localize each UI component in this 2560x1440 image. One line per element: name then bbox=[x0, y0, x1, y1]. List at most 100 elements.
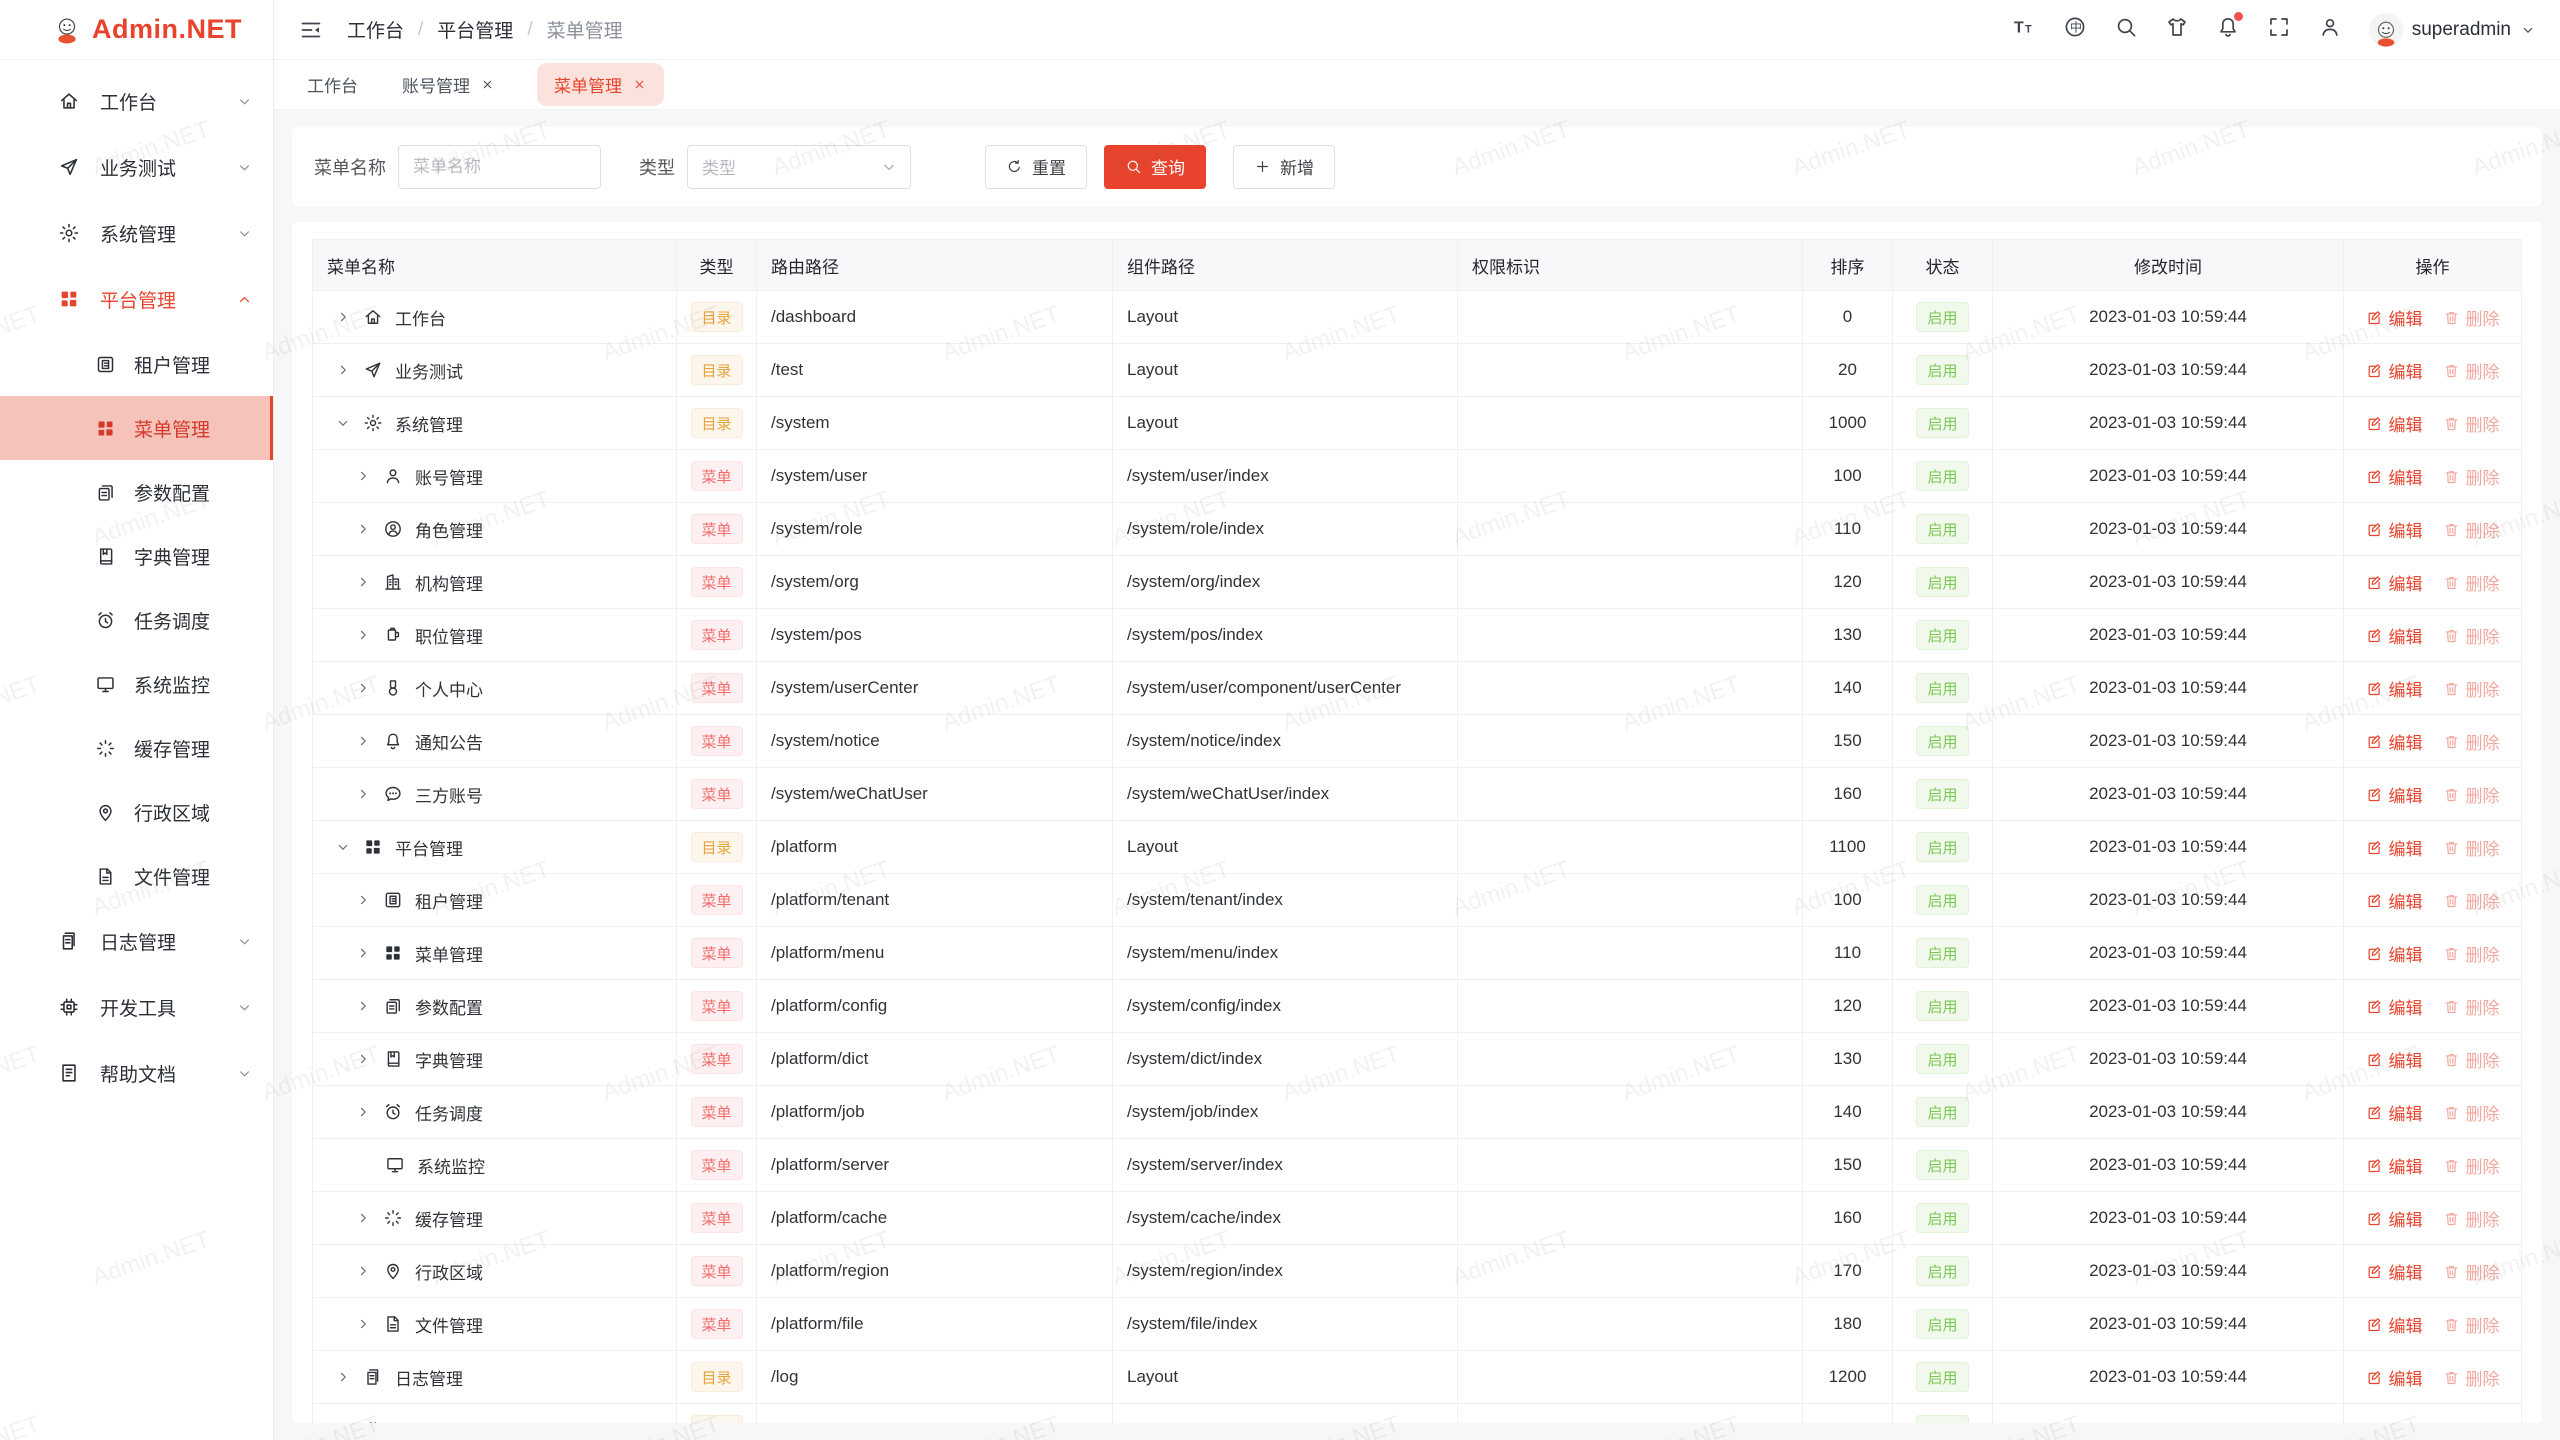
delete-button[interactable]: 删除 bbox=[2443, 782, 2500, 807]
edit-button[interactable]: 编辑 bbox=[2366, 994, 2423, 1019]
delete-button[interactable]: 删除 bbox=[2443, 464, 2500, 489]
edit-button[interactable]: 编辑 bbox=[2366, 676, 2423, 701]
row-expand-icon[interactable] bbox=[335, 839, 351, 855]
row-expand-icon[interactable] bbox=[355, 892, 371, 908]
sidebar-subitem-行政区域[interactable]: 行政区域 bbox=[0, 780, 273, 844]
sidebar-subitem-任务调度[interactable]: 任务调度 bbox=[0, 588, 273, 652]
edit-button[interactable]: 编辑 bbox=[2366, 623, 2423, 648]
delete-button[interactable]: 删除 bbox=[2443, 1100, 2500, 1125]
delete-button[interactable]: 删除 bbox=[2443, 517, 2500, 542]
sidebar-item-工作台[interactable]: 工作台 bbox=[0, 68, 273, 134]
edit-button[interactable]: 编辑 bbox=[2366, 941, 2423, 966]
delete-button[interactable]: 删除 bbox=[2443, 835, 2500, 860]
row-expand-icon[interactable] bbox=[355, 945, 371, 961]
delete-button[interactable]: 删除 bbox=[2443, 358, 2500, 383]
topbar-notification-bell[interactable] bbox=[2216, 15, 2240, 44]
delete-button[interactable]: 删除 bbox=[2443, 1206, 2500, 1231]
edit-button[interactable]: 编辑 bbox=[2366, 464, 2423, 489]
delete-button[interactable]: 删除 bbox=[2443, 888, 2500, 913]
delete-button[interactable]: 删除 bbox=[2443, 570, 2500, 595]
row-expand-icon[interactable] bbox=[355, 1104, 371, 1120]
row-expand-icon[interactable] bbox=[355, 468, 371, 484]
user-menu[interactable]: superadmin bbox=[2369, 13, 2536, 47]
row-expand-icon[interactable] bbox=[355, 1263, 371, 1279]
edit-button[interactable]: 编辑 bbox=[2366, 1047, 2423, 1072]
delete-button[interactable]: 删除 bbox=[2443, 1259, 2500, 1284]
sidebar-item-平台管理[interactable]: 平台管理 bbox=[0, 266, 273, 332]
row-expand-icon[interactable] bbox=[355, 1051, 371, 1067]
tab-close-icon[interactable] bbox=[632, 77, 647, 92]
row-expand-icon[interactable] bbox=[355, 1316, 371, 1332]
row-expand-icon[interactable] bbox=[335, 309, 351, 325]
topbar-text-size[interactable]: TT bbox=[2012, 15, 2036, 44]
row-expand-icon[interactable] bbox=[335, 362, 351, 378]
edit-button[interactable]: 编辑 bbox=[2366, 1206, 2423, 1231]
delete-button[interactable]: 删除 bbox=[2443, 729, 2500, 754]
add-button[interactable]: 新增 bbox=[1233, 145, 1335, 189]
delete-button[interactable]: 删除 bbox=[2443, 623, 2500, 648]
row-expand-icon[interactable] bbox=[355, 680, 371, 696]
tab-账号管理[interactable]: 账号管理 bbox=[400, 63, 497, 106]
delete-button[interactable]: 删除 bbox=[2443, 1418, 2500, 1424]
menu-name-input[interactable] bbox=[398, 145, 601, 189]
edit-button[interactable]: 编辑 bbox=[2366, 1418, 2423, 1424]
type-select[interactable]: 类型 bbox=[687, 145, 911, 189]
delete-button[interactable]: 删除 bbox=[2443, 411, 2500, 436]
tab-工作台[interactable]: 工作台 bbox=[305, 63, 360, 106]
tab-菜单管理[interactable]: 菜单管理 bbox=[537, 63, 664, 106]
topbar-profile-person[interactable] bbox=[2318, 15, 2342, 44]
search-button[interactable]: 查询 bbox=[1104, 145, 1206, 189]
sidebar-subitem-系统监控[interactable]: 系统监控 bbox=[0, 652, 273, 716]
topbar-language[interactable]: 中 bbox=[2063, 15, 2087, 44]
delete-button[interactable]: 删除 bbox=[2443, 1153, 2500, 1178]
delete-button[interactable]: 删除 bbox=[2443, 305, 2500, 330]
sidebar-subitem-菜单管理[interactable]: 菜单管理 bbox=[0, 396, 273, 460]
edit-button[interactable]: 编辑 bbox=[2366, 517, 2423, 542]
delete-button[interactable]: 删除 bbox=[2443, 676, 2500, 701]
sidebar-subitem-缓存管理[interactable]: 缓存管理 bbox=[0, 716, 273, 780]
sidebar-subitem-文件管理[interactable]: 文件管理 bbox=[0, 844, 273, 908]
edit-button[interactable]: 编辑 bbox=[2366, 888, 2423, 913]
topbar-search[interactable] bbox=[2114, 15, 2138, 44]
breadcrumb-item[interactable]: 菜单管理 bbox=[547, 16, 623, 43]
sidebar-item-系统管理[interactable]: 系统管理 bbox=[0, 200, 273, 266]
row-expand-icon[interactable] bbox=[355, 627, 371, 643]
sidebar-item-开发工具[interactable]: 开发工具 bbox=[0, 974, 273, 1040]
edit-button[interactable]: 编辑 bbox=[2366, 570, 2423, 595]
delete-button[interactable]: 删除 bbox=[2443, 1047, 2500, 1072]
breadcrumb-item[interactable]: 平台管理 bbox=[437, 16, 513, 43]
row-expand-icon[interactable] bbox=[355, 733, 371, 749]
edit-button[interactable]: 编辑 bbox=[2366, 1100, 2423, 1125]
edit-button[interactable]: 编辑 bbox=[2366, 1365, 2423, 1390]
edit-button[interactable]: 编辑 bbox=[2366, 729, 2423, 754]
reset-button[interactable]: 重置 bbox=[985, 145, 1087, 189]
sidebar-item-帮助文档[interactable]: 帮助文档 bbox=[0, 1040, 273, 1106]
sidebar-subitem-参数配置[interactable]: 参数配置 bbox=[0, 460, 273, 524]
delete-button[interactable]: 删除 bbox=[2443, 994, 2500, 1019]
edit-button[interactable]: 编辑 bbox=[2366, 1259, 2423, 1284]
edit-button[interactable]: 编辑 bbox=[2366, 358, 2423, 383]
topbar-fullscreen[interactable] bbox=[2267, 15, 2291, 44]
sidebar-subitem-租户管理[interactable]: 租户管理 bbox=[0, 332, 273, 396]
delete-button[interactable]: 删除 bbox=[2443, 941, 2500, 966]
edit-button[interactable]: 编辑 bbox=[2366, 835, 2423, 860]
row-expand-icon[interactable] bbox=[335, 415, 351, 431]
menu-fold-icon[interactable] bbox=[299, 18, 323, 42]
sidebar-item-日志管理[interactable]: 日志管理 bbox=[0, 908, 273, 974]
topbar-theme-shirt[interactable] bbox=[2165, 15, 2189, 44]
tab-close-icon[interactable] bbox=[480, 77, 495, 92]
delete-button[interactable]: 删除 bbox=[2443, 1312, 2500, 1337]
edit-button[interactable]: 编辑 bbox=[2366, 1312, 2423, 1337]
edit-button[interactable]: 编辑 bbox=[2366, 305, 2423, 330]
breadcrumb-item[interactable]: 工作台 bbox=[347, 16, 404, 43]
row-expand-icon[interactable] bbox=[355, 521, 371, 537]
sidebar-subitem-字典管理[interactable]: 字典管理 bbox=[0, 524, 273, 588]
row-expand-icon[interactable] bbox=[335, 1369, 351, 1385]
delete-button[interactable]: 删除 bbox=[2443, 1365, 2500, 1390]
row-expand-icon[interactable] bbox=[355, 1210, 371, 1226]
row-expand-icon[interactable] bbox=[355, 998, 371, 1014]
sidebar-item-业务测试[interactable]: 业务测试 bbox=[0, 134, 273, 200]
row-expand-icon[interactable] bbox=[355, 786, 371, 802]
row-expand-icon[interactable] bbox=[335, 1422, 351, 1423]
edit-button[interactable]: 编辑 bbox=[2366, 782, 2423, 807]
